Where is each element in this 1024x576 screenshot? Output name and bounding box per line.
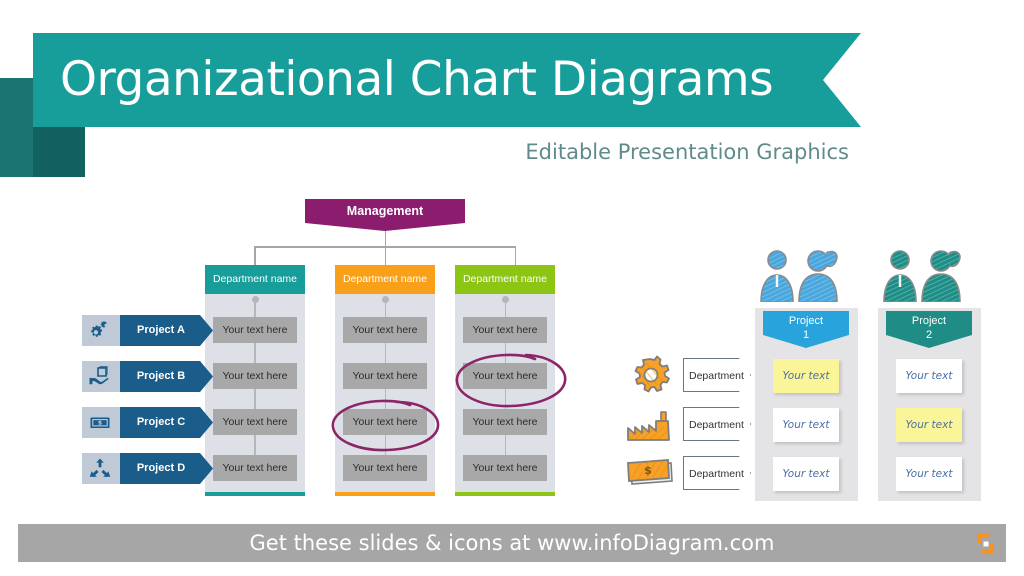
gears-icon	[82, 315, 120, 346]
project-row-b[interactable]: Project B	[82, 361, 213, 392]
connector-branch-dept1	[254, 246, 256, 265]
table-cell[interactable]: Your text here	[343, 455, 427, 481]
connector-management-down	[384, 231, 386, 247]
matrix-row-label-3-text: Department	[683, 456, 751, 490]
project-label-c: Project C	[136, 416, 186, 428]
footer-text[interactable]: Get these slides & icons at www.infoDiag…	[18, 524, 1006, 562]
team-people-teal-icon	[878, 247, 988, 303]
department-header-2[interactable]: Department name	[335, 265, 435, 294]
matrix-project-2-name: Project	[911, 315, 947, 327]
arrows-expand-icon	[82, 453, 120, 484]
sketch-money-icon: $	[624, 455, 676, 496]
connector-branch-dept3	[514, 246, 516, 265]
infodiagram-logo[interactable]	[974, 532, 998, 561]
project-row-d[interactable]: Project D	[82, 453, 213, 484]
project-row-a[interactable]: Project A	[82, 315, 213, 346]
matrix-row-label-2-text: Department	[683, 407, 751, 441]
svg-text:$: $	[98, 419, 103, 427]
table-cell[interactable]: Your text here	[343, 409, 427, 435]
money-bill-icon: $	[82, 407, 120, 438]
matrix-project-1-name: Project	[788, 315, 824, 327]
matrix-cell[interactable]: Your text	[896, 457, 962, 491]
table-cell[interactable]: Your text here	[213, 409, 297, 435]
matrix-cell[interactable]: Your text	[773, 408, 839, 442]
table-cell[interactable]: Your text here	[463, 363, 547, 389]
department-header-1[interactable]: Department name	[205, 265, 305, 294]
table-cell[interactable]: Your text here	[463, 409, 547, 435]
table-cell[interactable]: Your text here	[213, 363, 297, 389]
connector-branch-dept2	[384, 246, 386, 265]
table-cell[interactable]: Your text here	[213, 317, 297, 343]
table-cell[interactable]: Your text here	[343, 363, 427, 389]
project-label-b: Project B	[136, 370, 186, 382]
department-accent-bar-2	[335, 492, 435, 496]
management-label: Management	[346, 204, 424, 218]
team-people-blue-icon	[755, 247, 865, 303]
svg-text:$: $	[644, 464, 652, 477]
page-subtitle: Editable Presentation Graphics	[525, 140, 849, 164]
project-label-a: Project A	[137, 324, 185, 336]
table-cell[interactable]: Your text here	[343, 317, 427, 343]
matrix-cell[interactable]: Your text	[896, 408, 962, 442]
matrix-cell[interactable]: Your text	[773, 457, 839, 491]
project-label-d: Project D	[136, 462, 186, 474]
table-cell[interactable]: Your text here	[463, 455, 547, 481]
matrix-row-label-1-text: Department	[683, 358, 751, 392]
matrix-cell[interactable]: Your text	[773, 359, 839, 393]
hand-holding-box-icon	[82, 361, 120, 392]
sketch-factory-icon	[624, 408, 676, 451]
project-row-c[interactable]: $ Project C	[82, 407, 213, 438]
page-title: Organizational Chart Diagrams	[60, 52, 774, 107]
department-header-3[interactable]: Department name	[455, 265, 555, 294]
matrix-cell[interactable]: Your text	[896, 359, 962, 393]
banner-ribbon-fold-left	[0, 78, 33, 177]
table-cell[interactable]: Your text here	[463, 317, 547, 343]
department-accent-bar-1	[205, 492, 305, 496]
department-accent-bar-3	[455, 492, 555, 496]
sketch-gear-icon	[627, 355, 673, 402]
table-cell[interactable]: Your text here	[213, 455, 297, 481]
